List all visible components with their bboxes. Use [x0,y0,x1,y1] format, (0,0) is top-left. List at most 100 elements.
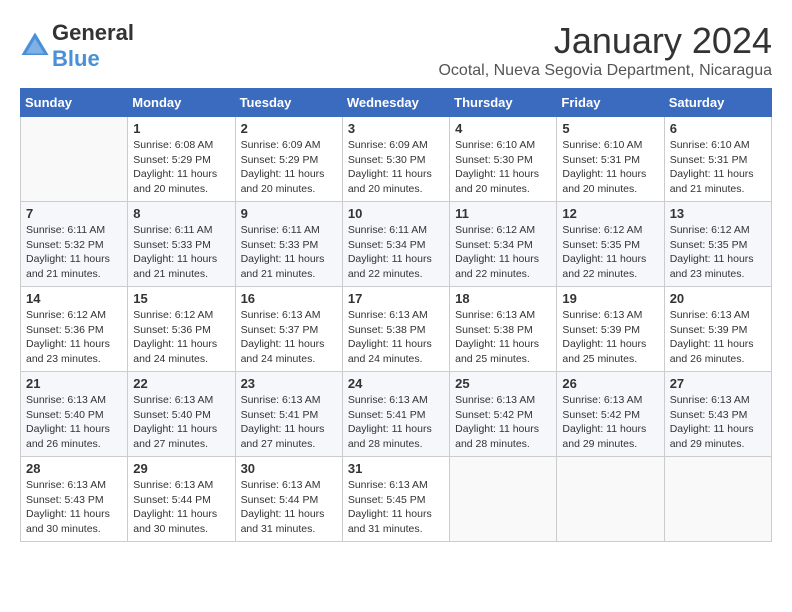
calendar-cell: 28 Sunrise: 6:13 AMSunset: 5:43 PMDaylig… [21,457,128,542]
day-number: 15 [133,291,229,306]
day-number: 19 [562,291,658,306]
day-number: 22 [133,376,229,391]
day-info: Sunrise: 6:12 AMSunset: 5:36 PMDaylight:… [26,309,110,365]
day-info: Sunrise: 6:13 AMSunset: 5:41 PMDaylight:… [241,394,325,450]
day-info: Sunrise: 6:11 AMSunset: 5:33 PMDaylight:… [133,224,217,280]
calendar-cell: 6 Sunrise: 6:10 AMSunset: 5:31 PMDayligh… [664,117,771,202]
calendar-cell: 20 Sunrise: 6:13 AMSunset: 5:39 PMDaylig… [664,287,771,372]
calendar-cell: 26 Sunrise: 6:13 AMSunset: 5:42 PMDaylig… [557,372,664,457]
location-title: Ocotal, Nueva Segovia Department, Nicara… [438,62,772,80]
calendar-cell: 1 Sunrise: 6:08 AMSunset: 5:29 PMDayligh… [128,117,235,202]
weekday-header-friday: Friday [557,89,664,117]
day-number: 6 [670,121,766,136]
calendar-table: SundayMondayTuesdayWednesdayThursdayFrid… [20,88,772,542]
day-info: Sunrise: 6:13 AMSunset: 5:45 PMDaylight:… [348,479,432,535]
day-info: Sunrise: 6:13 AMSunset: 5:40 PMDaylight:… [26,394,110,450]
day-number: 16 [241,291,337,306]
day-number: 1 [133,121,229,136]
day-number: 13 [670,206,766,221]
weekday-header-monday: Monday [128,89,235,117]
day-number: 9 [241,206,337,221]
day-info: Sunrise: 6:13 AMSunset: 5:43 PMDaylight:… [26,479,110,535]
day-number: 26 [562,376,658,391]
day-number: 28 [26,461,122,476]
calendar-cell: 24 Sunrise: 6:13 AMSunset: 5:41 PMDaylig… [342,372,449,457]
day-number: 14 [26,291,122,306]
day-number: 17 [348,291,444,306]
calendar-cell: 17 Sunrise: 6:13 AMSunset: 5:38 PMDaylig… [342,287,449,372]
weekday-header-wednesday: Wednesday [342,89,449,117]
header: General Blue January 2024 Ocotal, Nueva … [20,20,772,80]
day-info: Sunrise: 6:13 AMSunset: 5:38 PMDaylight:… [455,309,539,365]
day-number: 2 [241,121,337,136]
month-title: January 2024 [438,20,772,62]
calendar-cell [664,457,771,542]
calendar-cell: 18 Sunrise: 6:13 AMSunset: 5:38 PMDaylig… [450,287,557,372]
calendar-cell [21,117,128,202]
day-info: Sunrise: 6:13 AMSunset: 5:42 PMDaylight:… [455,394,539,450]
calendar-cell: 23 Sunrise: 6:13 AMSunset: 5:41 PMDaylig… [235,372,342,457]
day-info: Sunrise: 6:13 AMSunset: 5:44 PMDaylight:… [133,479,217,535]
day-info: Sunrise: 6:11 AMSunset: 5:34 PMDaylight:… [348,224,432,280]
day-number: 30 [241,461,337,476]
day-number: 10 [348,206,444,221]
calendar-cell: 14 Sunrise: 6:12 AMSunset: 5:36 PMDaylig… [21,287,128,372]
day-number: 12 [562,206,658,221]
calendar-cell: 12 Sunrise: 6:12 AMSunset: 5:35 PMDaylig… [557,202,664,287]
day-number: 24 [348,376,444,391]
day-info: Sunrise: 6:12 AMSunset: 5:35 PMDaylight:… [670,224,754,280]
day-info: Sunrise: 6:10 AMSunset: 5:31 PMDaylight:… [670,139,754,195]
day-info: Sunrise: 6:13 AMSunset: 5:43 PMDaylight:… [670,394,754,450]
day-info: Sunrise: 6:12 AMSunset: 5:36 PMDaylight:… [133,309,217,365]
calendar-cell: 21 Sunrise: 6:13 AMSunset: 5:40 PMDaylig… [21,372,128,457]
calendar-cell: 9 Sunrise: 6:11 AMSunset: 5:33 PMDayligh… [235,202,342,287]
calendar-cell: 29 Sunrise: 6:13 AMSunset: 5:44 PMDaylig… [128,457,235,542]
calendar-cell: 8 Sunrise: 6:11 AMSunset: 5:33 PMDayligh… [128,202,235,287]
day-number: 20 [670,291,766,306]
day-info: Sunrise: 6:08 AMSunset: 5:29 PMDaylight:… [133,139,217,195]
day-info: Sunrise: 6:13 AMSunset: 5:44 PMDaylight:… [241,479,325,535]
weekday-header-saturday: Saturday [664,89,771,117]
calendar-cell: 16 Sunrise: 6:13 AMSunset: 5:37 PMDaylig… [235,287,342,372]
calendar-cell: 31 Sunrise: 6:13 AMSunset: 5:45 PMDaylig… [342,457,449,542]
day-number: 11 [455,206,551,221]
day-info: Sunrise: 6:13 AMSunset: 5:40 PMDaylight:… [133,394,217,450]
calendar-cell: 22 Sunrise: 6:13 AMSunset: 5:40 PMDaylig… [128,372,235,457]
week-row-2: 7 Sunrise: 6:11 AMSunset: 5:32 PMDayligh… [21,202,772,287]
calendar-cell: 19 Sunrise: 6:13 AMSunset: 5:39 PMDaylig… [557,287,664,372]
day-info: Sunrise: 6:12 AMSunset: 5:35 PMDaylight:… [562,224,646,280]
logo-blue-text: Blue [52,46,100,71]
day-number: 3 [348,121,444,136]
day-info: Sunrise: 6:11 AMSunset: 5:33 PMDaylight:… [241,224,325,280]
weekday-header-thursday: Thursday [450,89,557,117]
title-area: January 2024 Ocotal, Nueva Segovia Depar… [438,20,772,80]
week-row-4: 21 Sunrise: 6:13 AMSunset: 5:40 PMDaylig… [21,372,772,457]
day-info: Sunrise: 6:13 AMSunset: 5:42 PMDaylight:… [562,394,646,450]
day-info: Sunrise: 6:09 AMSunset: 5:30 PMDaylight:… [348,139,432,195]
week-row-3: 14 Sunrise: 6:12 AMSunset: 5:36 PMDaylig… [21,287,772,372]
calendar-cell: 2 Sunrise: 6:09 AMSunset: 5:29 PMDayligh… [235,117,342,202]
logo-icon [20,31,50,61]
calendar-cell: 5 Sunrise: 6:10 AMSunset: 5:31 PMDayligh… [557,117,664,202]
week-row-1: 1 Sunrise: 6:08 AMSunset: 5:29 PMDayligh… [21,117,772,202]
calendar-cell: 25 Sunrise: 6:13 AMSunset: 5:42 PMDaylig… [450,372,557,457]
day-number: 23 [241,376,337,391]
day-info: Sunrise: 6:13 AMSunset: 5:38 PMDaylight:… [348,309,432,365]
day-number: 8 [133,206,229,221]
calendar-cell: 13 Sunrise: 6:12 AMSunset: 5:35 PMDaylig… [664,202,771,287]
calendar-cell [557,457,664,542]
logo-general-text: General [52,20,134,45]
day-info: Sunrise: 6:13 AMSunset: 5:37 PMDaylight:… [241,309,325,365]
calendar-cell: 27 Sunrise: 6:13 AMSunset: 5:43 PMDaylig… [664,372,771,457]
calendar-cell: 10 Sunrise: 6:11 AMSunset: 5:34 PMDaylig… [342,202,449,287]
weekday-header-sunday: Sunday [21,89,128,117]
day-number: 27 [670,376,766,391]
calendar-cell: 11 Sunrise: 6:12 AMSunset: 5:34 PMDaylig… [450,202,557,287]
day-number: 25 [455,376,551,391]
calendar-cell: 30 Sunrise: 6:13 AMSunset: 5:44 PMDaylig… [235,457,342,542]
day-info: Sunrise: 6:10 AMSunset: 5:30 PMDaylight:… [455,139,539,195]
logo: General Blue [20,20,134,72]
weekday-header-row: SundayMondayTuesdayWednesdayThursdayFrid… [21,89,772,117]
day-number: 29 [133,461,229,476]
calendar-cell: 4 Sunrise: 6:10 AMSunset: 5:30 PMDayligh… [450,117,557,202]
